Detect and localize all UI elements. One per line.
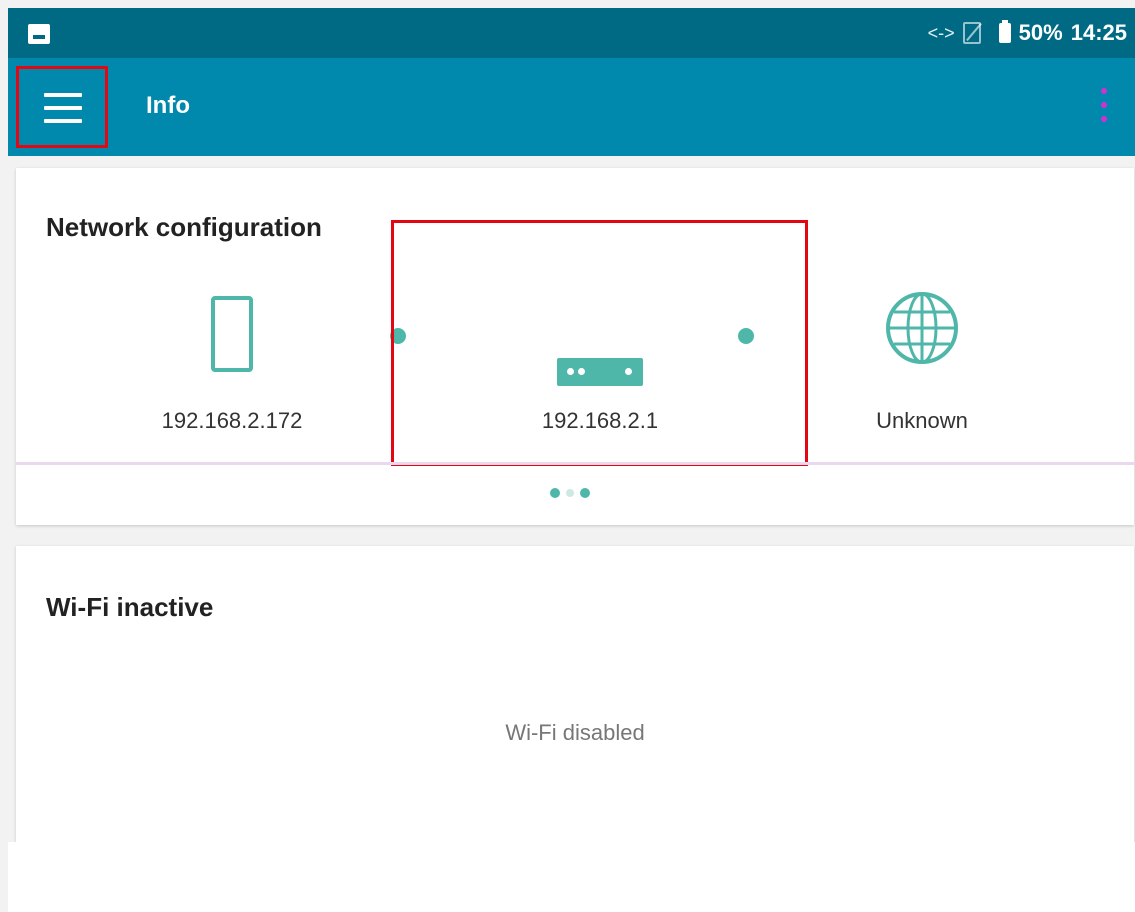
device-ip-label: 192.168.2.172 <box>161 408 303 433</box>
wifi-card: Wi-Fi inactive Wi-Fi disabled <box>16 546 1134 842</box>
image-notification-icon <box>28 24 50 44</box>
page-dot <box>566 489 574 497</box>
clock: 14:25 <box>1070 20 1127 45</box>
router-ip-label: 192.168.2.1 <box>541 408 659 433</box>
hamburger-menu-icon <box>44 93 82 97</box>
wifi-status-text: Wi-Fi disabled <box>505 720 645 745</box>
network-configuration-title: Network configuration <box>46 212 322 242</box>
router-icon <box>557 358 643 386</box>
network-configuration-card: Network configuration 192.168.2.172 192.… <box>16 168 1134 525</box>
router-node[interactable]: 192.168.2.1 <box>480 278 720 438</box>
battery-icon <box>998 20 1011 43</box>
battery-percent: 50% <box>1018 20 1063 45</box>
status-icons: <-> 50% 14:25 <box>928 8 1127 58</box>
navigation-menu-button[interactable] <box>16 66 108 148</box>
page-title: Info <box>146 92 190 119</box>
overflow-menu-icon <box>1101 88 1107 94</box>
smartphone-icon <box>211 296 253 372</box>
globe-icon <box>886 292 958 364</box>
internet-node[interactable]: Unknown <box>802 278 1042 438</box>
page-dot <box>580 488 590 498</box>
page-indicator[interactable] <box>550 488 590 498</box>
app-bar: Info <box>8 58 1135 156</box>
network-activity-icon: <-> <box>927 22 955 43</box>
internet-ip-label: Unknown <box>876 408 968 433</box>
card-divider <box>16 462 1134 465</box>
status-bar: <-> 50% 14:25 <box>8 8 1135 58</box>
no-sim-icon <box>962 22 981 44</box>
bottom-empty-area <box>8 842 1135 912</box>
wifi-card-title: Wi-Fi inactive <box>46 592 214 622</box>
device-node[interactable]: 192.168.2.172 <box>112 278 352 438</box>
connection-dot-right <box>738 328 754 344</box>
connection-dot-left <box>390 328 406 344</box>
more-options-button[interactable] <box>1095 88 1113 124</box>
page-dot <box>550 488 560 498</box>
